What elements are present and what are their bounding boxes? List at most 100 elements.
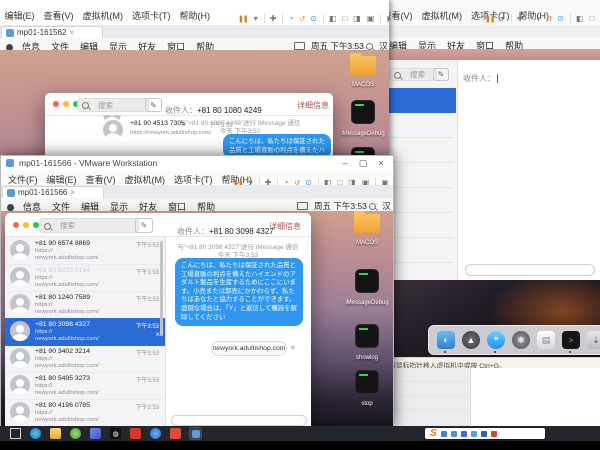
taskbar-app-red2-icon[interactable] [170,428,181,439]
spotlight-icon[interactable] [369,203,376,210]
spotlight-icon[interactable] [366,43,373,50]
conversation-item-selected[interactable]: +81 80 3098 4327 下午3:53 https:// newyork… [5,318,165,346]
taskbar-vmware-icon[interactable] [190,428,201,439]
voice-icon[interactable] [461,431,467,437]
task-view-button[interactable] [10,428,21,439]
conversation-url: https:// [35,302,52,308]
snapshot-take-icon[interactable]: ◔ [288,14,293,23]
sidebar-scrollbar[interactable] [160,241,163,336]
minimize-button[interactable]: – [337,158,353,168]
compose-button[interactable]: ✎ [433,68,449,81]
menu-vm[interactable]: 虚拟机(M) [422,9,463,22]
display-icon[interactable] [297,202,308,210]
menubar-clock[interactable]: 周五 下午3:53 [314,201,367,211]
snapshot-take-icon[interactable]: ◔ [535,14,540,23]
menu-help[interactable]: 帮助(H) [180,9,211,22]
desktop-icon-stop[interactable]: stop [344,370,390,407]
snapshot-revert-icon[interactable]: ↺ [546,15,551,23]
compose-button[interactable]: ✎ [145,98,162,112]
conversation-item[interactable]: +81 80 5495 3273 下午3:53 https:// newyork… [5,372,165,400]
pause-vm-button[interactable]: ❚❚ [485,15,495,23]
apple-logo-icon[interactable] [7,204,14,211]
taskbar-file-explorer-icon[interactable] [50,428,61,439]
snapshot-manage-icon[interactable]: ⊙ [310,14,317,23]
close-traffic-light[interactable] [53,101,59,107]
message-input[interactable] [171,415,307,426]
show-library-icon[interactable]: ◧ [576,14,584,23]
background-panel-sidebar [385,368,471,426]
search-input[interactable]: 搜索 [39,218,139,233]
taskbar-apple-app-icon[interactable]: ◍ [110,428,121,439]
thumbnail-bar-icon[interactable]: ▣ [386,14,389,23]
pause-caret-icon[interactable]: ▾ [254,14,258,23]
dock-messages-icon[interactable]: ❝ [487,331,505,349]
dock-system-preferences-icon[interactable]: ✱ [512,331,530,349]
clipboard-icon[interactable] [471,431,477,437]
show-library-icon[interactable]: ◧ [329,14,337,23]
dock-textedit-icon[interactable]: ▤ [537,331,555,349]
taskbar-app-blue-icon[interactable] [90,428,101,439]
conversation-time: 下午3:53 [135,375,159,384]
tab-close-icon[interactable]: × [70,188,75,197]
desktop-icon-showlog[interactable]: showlog [344,324,390,361]
search-input[interactable]: 搜索 [389,68,437,81]
menu-tabs[interactable]: 选项卡(T) [132,9,171,22]
conversation-item[interactable]: +81 80 4196 0785 下午3:53 https:// newyork… [5,399,165,427]
minimize-traffic-light[interactable] [23,222,29,228]
to-field[interactable]: 收件人： [463,68,500,86]
conversation-item[interactable]: +81 90 6574 8869 下午3:53 https:// newyork… [5,237,165,265]
keyboard-icon[interactable] [451,431,457,437]
send-key-icon[interactable]: ✚ [517,14,524,23]
dock-downloads-icon[interactable]: ⇣ [587,331,600,349]
conversation-item[interactable]: +81 80 1240 7589 下午3:53 https:// newyork… [5,291,165,319]
display-icon[interactable] [294,42,305,50]
console-view-icon[interactable]: □ [589,14,594,23]
taskbar-app-green-icon[interactable] [70,428,81,439]
snapshot-manage-icon[interactable]: ⊙ [557,14,564,23]
vm-tab[interactable]: mp01-161562 × [1,26,103,38]
search-input[interactable]: 搜索 [77,98,149,112]
compose-button[interactable]: ✎ [135,218,153,233]
taskbar-app-red-icon[interactable] [130,428,141,439]
desktop-icon-macos[interactable]: MACOS [344,214,390,246]
maximize-button[interactable]: ▢ [355,158,371,169]
conversation-item[interactable]: +81 90 3402 3214 下午3:53 https:// newyork… [5,345,165,373]
unity-icon[interactable]: ▣ [367,14,375,23]
dock-finder-icon[interactable]: ◐ [437,331,455,349]
console-view-icon[interactable]: □ [342,14,347,23]
titlebar[interactable]: mp01-161566 - VMware Workstation – ▢ × [1,156,393,171]
taskbar-app-blue2-icon[interactable] [150,428,161,439]
conversation-item[interactable]: +81 80 9223 0164 下午3:53 https:// newyork… [5,264,165,292]
message-input[interactable] [465,264,595,276]
menu-edit[interactable]: 编辑(E) [5,9,35,22]
send-key-icon[interactable]: ✚ [270,14,277,23]
details-button[interactable]: 详细信息 [297,100,329,111]
desktop-icon-macos[interactable]: MACOS [340,56,386,88]
pause-vm-button[interactable]: ❚❚ [238,15,248,23]
snapshot-revert-icon[interactable]: ↺ [299,15,304,23]
dock-launchpad-icon[interactable]: ▲ [462,331,480,349]
close-button[interactable]: × [373,158,389,168]
menu-view[interactable]: 查看(V) [385,9,413,22]
vm-tab[interactable]: mp01-161566 × [2,186,104,198]
details-button[interactable]: 详细信息 [269,221,301,232]
vmware-chrome: 文件(F)编辑(E)查看(V)虚拟机(M)选项卡(T)帮助(H) ❚❚▾✚◔↺⊙… [0,0,389,26]
dock-terminal-icon[interactable]: > [562,331,580,349]
sogou-logo-icon[interactable]: S [430,428,437,439]
desktop-icon-imessagedebug[interactable]: iMessageDebug [340,100,386,137]
menu-view[interactable]: 查看(V) [44,9,74,22]
skin-icon[interactable] [481,431,487,437]
selected-conversation-empty[interactable] [385,88,456,113]
pause-caret-icon[interactable]: ▾ [501,14,505,23]
taskbar-edge-icon[interactable] [30,428,41,439]
close-traffic-light[interactable] [13,222,19,228]
tab-close-icon[interactable]: × [69,28,74,37]
desktop-icon-imessagedebug[interactable]: iMessageDebug [344,269,390,306]
fullscreen-icon[interactable]: ◨ [353,14,361,23]
input-source-icon[interactable]: 汉 [382,201,391,211]
minimize-traffic-light[interactable] [63,101,69,107]
link-preview-bubble[interactable]: newyork.adultishop.com [211,341,287,356]
toolbox-icon[interactable] [491,431,497,437]
menu-vm[interactable]: 虚拟机(M) [83,9,124,22]
input-mode-icon[interactable] [441,431,447,437]
